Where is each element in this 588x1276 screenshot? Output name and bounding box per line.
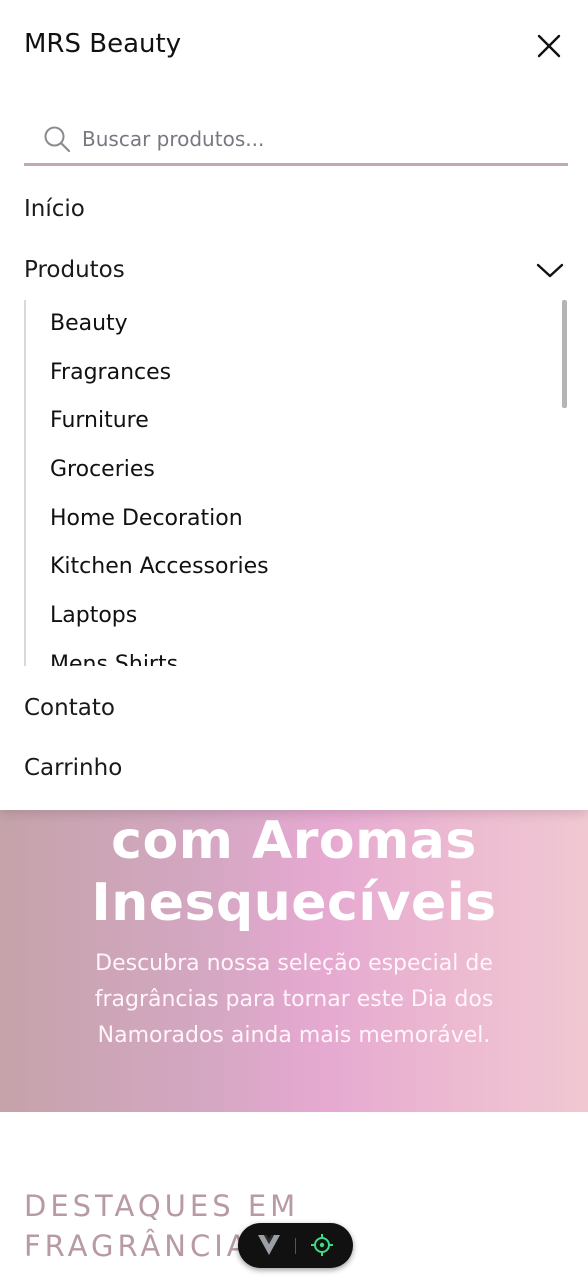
close-button[interactable] [530, 27, 568, 65]
category-item-mens-shirts[interactable]: Mens Shirts [26, 641, 568, 666]
featured-heading-line2: FRAGRÂNCIAS [24, 1229, 274, 1263]
nav-item-contact[interactable]: Contato [24, 692, 115, 724]
products-submenu[interactable]: Beauty Fragrances Furniture Groceries Ho… [24, 300, 568, 666]
nav-item-cart[interactable]: Carrinho [24, 752, 122, 784]
close-icon [537, 34, 561, 58]
hero-description: Descubra nossa seleção especial de fragr… [94, 951, 494, 1048]
nav-item-products[interactable]: Produtos [24, 254, 125, 286]
devtools-toolbar [238, 1223, 353, 1268]
category-item-groceries[interactable]: Groceries [26, 446, 568, 495]
hero-title-line2: Inesquecíveis [91, 873, 497, 933]
navigation-drawer: MRS Beauty Início Produtos Beauty Fragra… [0, 0, 588, 810]
vue-logo-icon[interactable] [258, 1235, 280, 1255]
search-bar [24, 116, 568, 166]
category-item-fragrances[interactable]: Fragrances [26, 349, 568, 398]
drawer-title: MRS Beauty [24, 29, 182, 59]
crosshair-icon[interactable] [310, 1233, 334, 1257]
nav-item-home[interactable]: Início [24, 193, 85, 225]
category-item-furniture[interactable]: Furniture [26, 397, 568, 446]
category-list: Beauty Fragrances Furniture Groceries Ho… [26, 300, 568, 666]
featured-heading-line1: DESTAQUES EM [24, 1189, 300, 1223]
search-icon [44, 126, 71, 153]
category-item-kitchen-accessories[interactable]: Kitchen Accessories [26, 543, 568, 592]
search-input[interactable] [82, 120, 552, 158]
hero-title: com Aromas Inesquecíveis [0, 810, 588, 934]
hero-title-line1: com Aromas [111, 811, 477, 871]
submenu-scrollbar[interactable] [562, 300, 567, 408]
category-item-beauty[interactable]: Beauty [26, 300, 568, 349]
toolbar-divider [295, 1238, 296, 1254]
hero-banner: com Aromas Inesquecíveis Descubra nossa … [0, 780, 588, 1112]
chevron-down-icon [536, 263, 564, 278]
category-item-home-decoration[interactable]: Home Decoration [26, 495, 568, 544]
products-toggle[interactable] [534, 256, 566, 284]
category-item-laptops[interactable]: Laptops [26, 592, 568, 641]
